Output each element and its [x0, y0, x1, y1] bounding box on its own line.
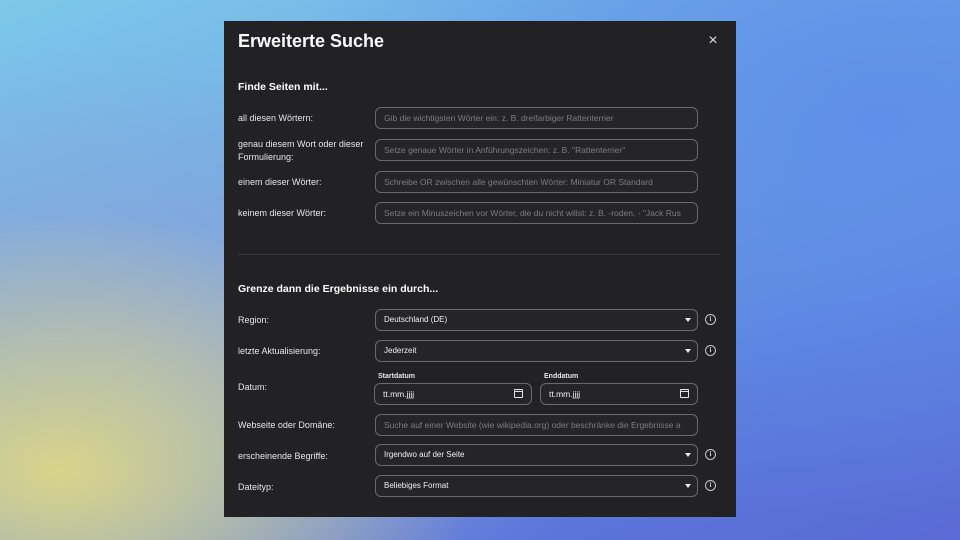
end-date-input[interactable]: tt.mm.jjjj — [540, 383, 698, 405]
dialog-title: Erweiterte Suche — [238, 31, 385, 51]
info-icon[interactable]: i — [705, 480, 716, 491]
last-update-select[interactable]: Jederzeit — [375, 340, 698, 362]
chevron-down-icon — [685, 484, 691, 488]
end-date-caption: Enddatum — [544, 373, 579, 380]
last-update-label: letzte Aktualisierung: — [238, 346, 321, 356]
section-divider — [238, 254, 720, 255]
exact-phrase-input[interactable] — [376, 140, 697, 160]
exact-phrase-field[interactable] — [375, 139, 698, 161]
narrow-results-heading: Grenze dann die Ergebnisse ein durch... — [238, 283, 439, 295]
any-words-label: einem dieser Wörter: — [238, 177, 322, 187]
end-date-value: tt.mm.jjjj — [549, 389, 581, 399]
all-words-label: all diesen Wörtern: — [238, 113, 314, 123]
terms-select[interactable]: Irgendwo auf der Seite — [375, 444, 698, 466]
terms-label: erscheinende Begriffe: — [238, 451, 328, 461]
chevron-down-icon — [685, 349, 691, 353]
date-label: Datum: — [238, 382, 268, 392]
none-words-field[interactable] — [375, 202, 698, 224]
find-pages-heading: Finde Seiten mit... — [238, 81, 328, 93]
chevron-down-icon — [685, 318, 691, 322]
none-words-input[interactable] — [376, 203, 697, 223]
advanced-search-dialog: Erweiterte Suche × Finde Seiten mit... a… — [224, 21, 736, 517]
exact-phrase-label: genau diesem Wort oder dieser Formulieru… — [238, 139, 364, 162]
start-date-value: tt.mm.jjjj — [383, 389, 415, 399]
all-words-field[interactable] — [375, 107, 698, 129]
site-input[interactable] — [376, 415, 697, 435]
terms-value: Irgendwo auf der Seite — [384, 450, 465, 459]
start-date-caption: Startdatum — [378, 373, 415, 380]
info-icon[interactable]: i — [705, 449, 716, 460]
none-words-label: keinem dieser Wörter: — [238, 208, 327, 218]
last-update-value: Jederzeit — [384, 346, 417, 355]
region-select[interactable]: Deutschland (DE) — [375, 309, 698, 331]
region-value: Deutschland (DE) — [384, 315, 448, 324]
calendar-icon[interactable] — [680, 389, 689, 398]
site-field[interactable] — [375, 414, 698, 436]
calendar-icon[interactable] — [514, 389, 523, 398]
filetype-select[interactable]: Beliebiges Format — [375, 475, 698, 497]
info-icon[interactable]: i — [705, 314, 716, 325]
filetype-value: Beliebiges Format — [384, 481, 449, 490]
site-label: Webseite oder Domäne: — [238, 420, 335, 430]
chevron-down-icon — [685, 453, 691, 457]
any-words-field[interactable] — [375, 171, 698, 193]
close-icon[interactable]: × — [704, 32, 722, 50]
any-words-input[interactable] — [376, 172, 697, 192]
start-date-input[interactable]: tt.mm.jjjj — [374, 383, 532, 405]
info-icon[interactable]: i — [705, 345, 716, 356]
filetype-label: Dateityp: — [238, 482, 274, 492]
all-words-input[interactable] — [376, 108, 697, 128]
region-label: Region: — [238, 315, 270, 325]
